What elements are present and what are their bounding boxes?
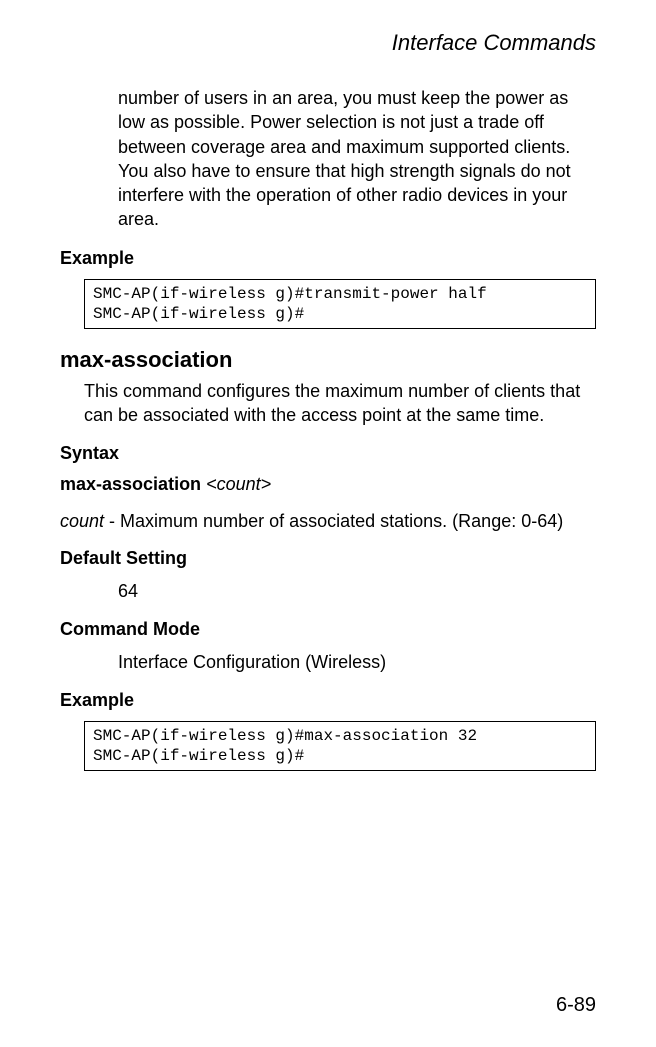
command-heading-max-association: max-association bbox=[60, 347, 596, 373]
syntax-label: Syntax bbox=[60, 443, 596, 464]
command-mode-value: Interface Configuration (Wireless) bbox=[118, 650, 596, 674]
page-number: 6-89 bbox=[556, 994, 596, 1017]
example-label-1: Example bbox=[60, 248, 596, 269]
default-setting-value: 64 bbox=[118, 579, 596, 603]
example-code-1: SMC-AP(if-wireless g)#transmit-power hal… bbox=[84, 279, 596, 329]
syntax-line: max-association <count> bbox=[60, 474, 596, 495]
example-label-2: Example bbox=[60, 690, 596, 711]
chapter-title: Interface Commands bbox=[60, 30, 596, 56]
syntax-keyword: max-association bbox=[60, 474, 201, 494]
intro-paragraph: number of users in an area, you must kee… bbox=[118, 86, 596, 232]
page-container: Interface Commands number of users in an… bbox=[0, 0, 656, 1047]
param-line: count - Maximum number of associated sta… bbox=[60, 509, 596, 533]
command-description: This command configures the maximum numb… bbox=[84, 379, 596, 428]
command-mode-label: Command Mode bbox=[60, 619, 596, 640]
param-name: count bbox=[60, 511, 104, 531]
syntax-arg: <count> bbox=[206, 474, 271, 494]
example-code-2: SMC-AP(if-wireless g)#max-association 32… bbox=[84, 721, 596, 771]
param-desc: - Maximum number of associated stations.… bbox=[104, 511, 563, 531]
default-setting-label: Default Setting bbox=[60, 548, 596, 569]
